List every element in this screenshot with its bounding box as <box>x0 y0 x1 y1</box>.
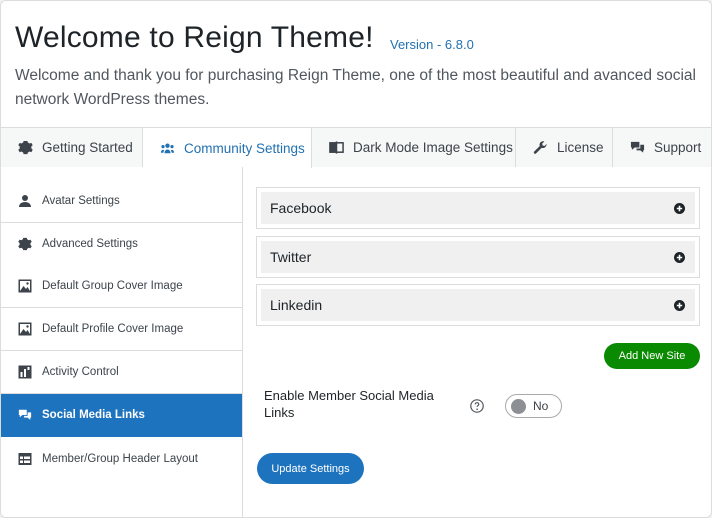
help-icon[interactable] <box>470 399 484 413</box>
add-new-site-button[interactable]: Add New Site <box>604 343 700 369</box>
accordion-facebook[interactable]: Facebook <box>256 187 700 229</box>
gear-icon <box>18 140 33 155</box>
community-icon <box>160 141 175 156</box>
accordion-label: Twitter <box>270 249 312 265</box>
image-icon <box>18 322 32 336</box>
tab-dark-mode-image-settings[interactable]: Dark Mode Image Settings <box>312 128 516 167</box>
accordion-header[interactable]: Facebook <box>261 192 695 224</box>
plus-circle-icon[interactable] <box>674 251 685 263</box>
tab-label: Getting Started <box>42 140 133 155</box>
sidebar-item-activity-control[interactable]: Activity Control <box>1 351 242 394</box>
enable-social-media-toggle[interactable]: No <box>505 394 562 418</box>
accordion-header[interactable]: Twitter <box>261 241 695 273</box>
wrench-icon <box>533 140 548 155</box>
sidebar-item-label: Avatar Settings <box>42 195 120 207</box>
tab-label: Support <box>654 140 702 155</box>
user-icon <box>18 194 32 208</box>
chat-icon <box>18 408 32 422</box>
accordion-twitter[interactable]: Twitter <box>256 236 700 278</box>
tab-label: Dark Mode Image Settings <box>353 140 513 155</box>
dark-mode-image-icon <box>329 140 344 155</box>
image-icon <box>18 279 32 293</box>
sidebar-item-label: Default Profile Cover Image <box>42 323 184 335</box>
sidebar-item-label: Social Media Links <box>42 409 145 421</box>
activity-icon <box>18 365 32 379</box>
plus-circle-icon[interactable] <box>674 299 685 311</box>
accordion-label: Linkedin <box>270 297 323 313</box>
tab-bar: Getting Started Community Settings Dark … <box>1 127 711 168</box>
sidebar-item-default-profile-cover-image[interactable]: Default Profile Cover Image <box>1 308 242 351</box>
chat-icon <box>630 140 645 155</box>
toggle-knob <box>511 398 526 414</box>
sidebar-item-label: Advanced Settings <box>42 238 138 250</box>
sidebar-item-label: Default Group Cover Image <box>42 280 183 292</box>
sidebar-item-label: Activity Control <box>42 366 119 378</box>
sidebar-item-member-group-header-layout[interactable]: Member/Group Header Layout <box>1 437 242 480</box>
sidebar-item-advanced-settings[interactable]: Advanced Settings <box>1 223 242 266</box>
tab-label: License <box>557 140 604 155</box>
update-settings-button[interactable]: Update Settings <box>257 453 364 484</box>
accordion-header[interactable]: Linkedin <box>261 289 695 321</box>
toggle-value: No <box>533 399 549 413</box>
tab-label: Community Settings <box>184 140 305 156</box>
intro-text: Welcome and thank you for purchasing Rei… <box>15 67 696 108</box>
accordion-linkedin[interactable]: Linkedin <box>256 284 700 326</box>
tab-getting-started[interactable]: Getting Started <box>1 128 143 167</box>
gear-icon <box>18 237 32 251</box>
tab-license[interactable]: License <box>516 128 613 167</box>
settings-sidebar: Avatar Settings Advanced Settings Defaul… <box>1 167 243 517</box>
sidebar-item-default-group-cover-image[interactable]: Default Group Cover Image <box>1 265 242 308</box>
sidebar-item-social-media-links[interactable]: Social Media Links <box>1 394 242 437</box>
tab-support[interactable]: Support <box>613 128 711 167</box>
layout-icon <box>18 452 32 466</box>
accordion-label: Facebook <box>270 200 332 216</box>
page-header: Welcome to Reign Theme! Version - 6.8.0 … <box>1 1 711 127</box>
plus-circle-icon[interactable] <box>674 202 685 214</box>
social-media-settings: Facebook Twitter Linkedin Add New Site E… <box>244 167 711 517</box>
tab-community-settings[interactable]: Community Settings <box>143 128 312 168</box>
enable-member-social-media-label: Enable Member Social Media Links <box>264 388 434 420</box>
version-label: Version - 6.8.0 <box>390 37 474 52</box>
settings-panel: Welcome to Reign Theme! Version - 6.8.0 … <box>0 0 712 518</box>
sidebar-item-label: Member/Group Header Layout <box>42 452 198 465</box>
page-title: Welcome to Reign Theme! <box>15 21 374 54</box>
sidebar-item-avatar-settings[interactable]: Avatar Settings <box>1 180 242 223</box>
